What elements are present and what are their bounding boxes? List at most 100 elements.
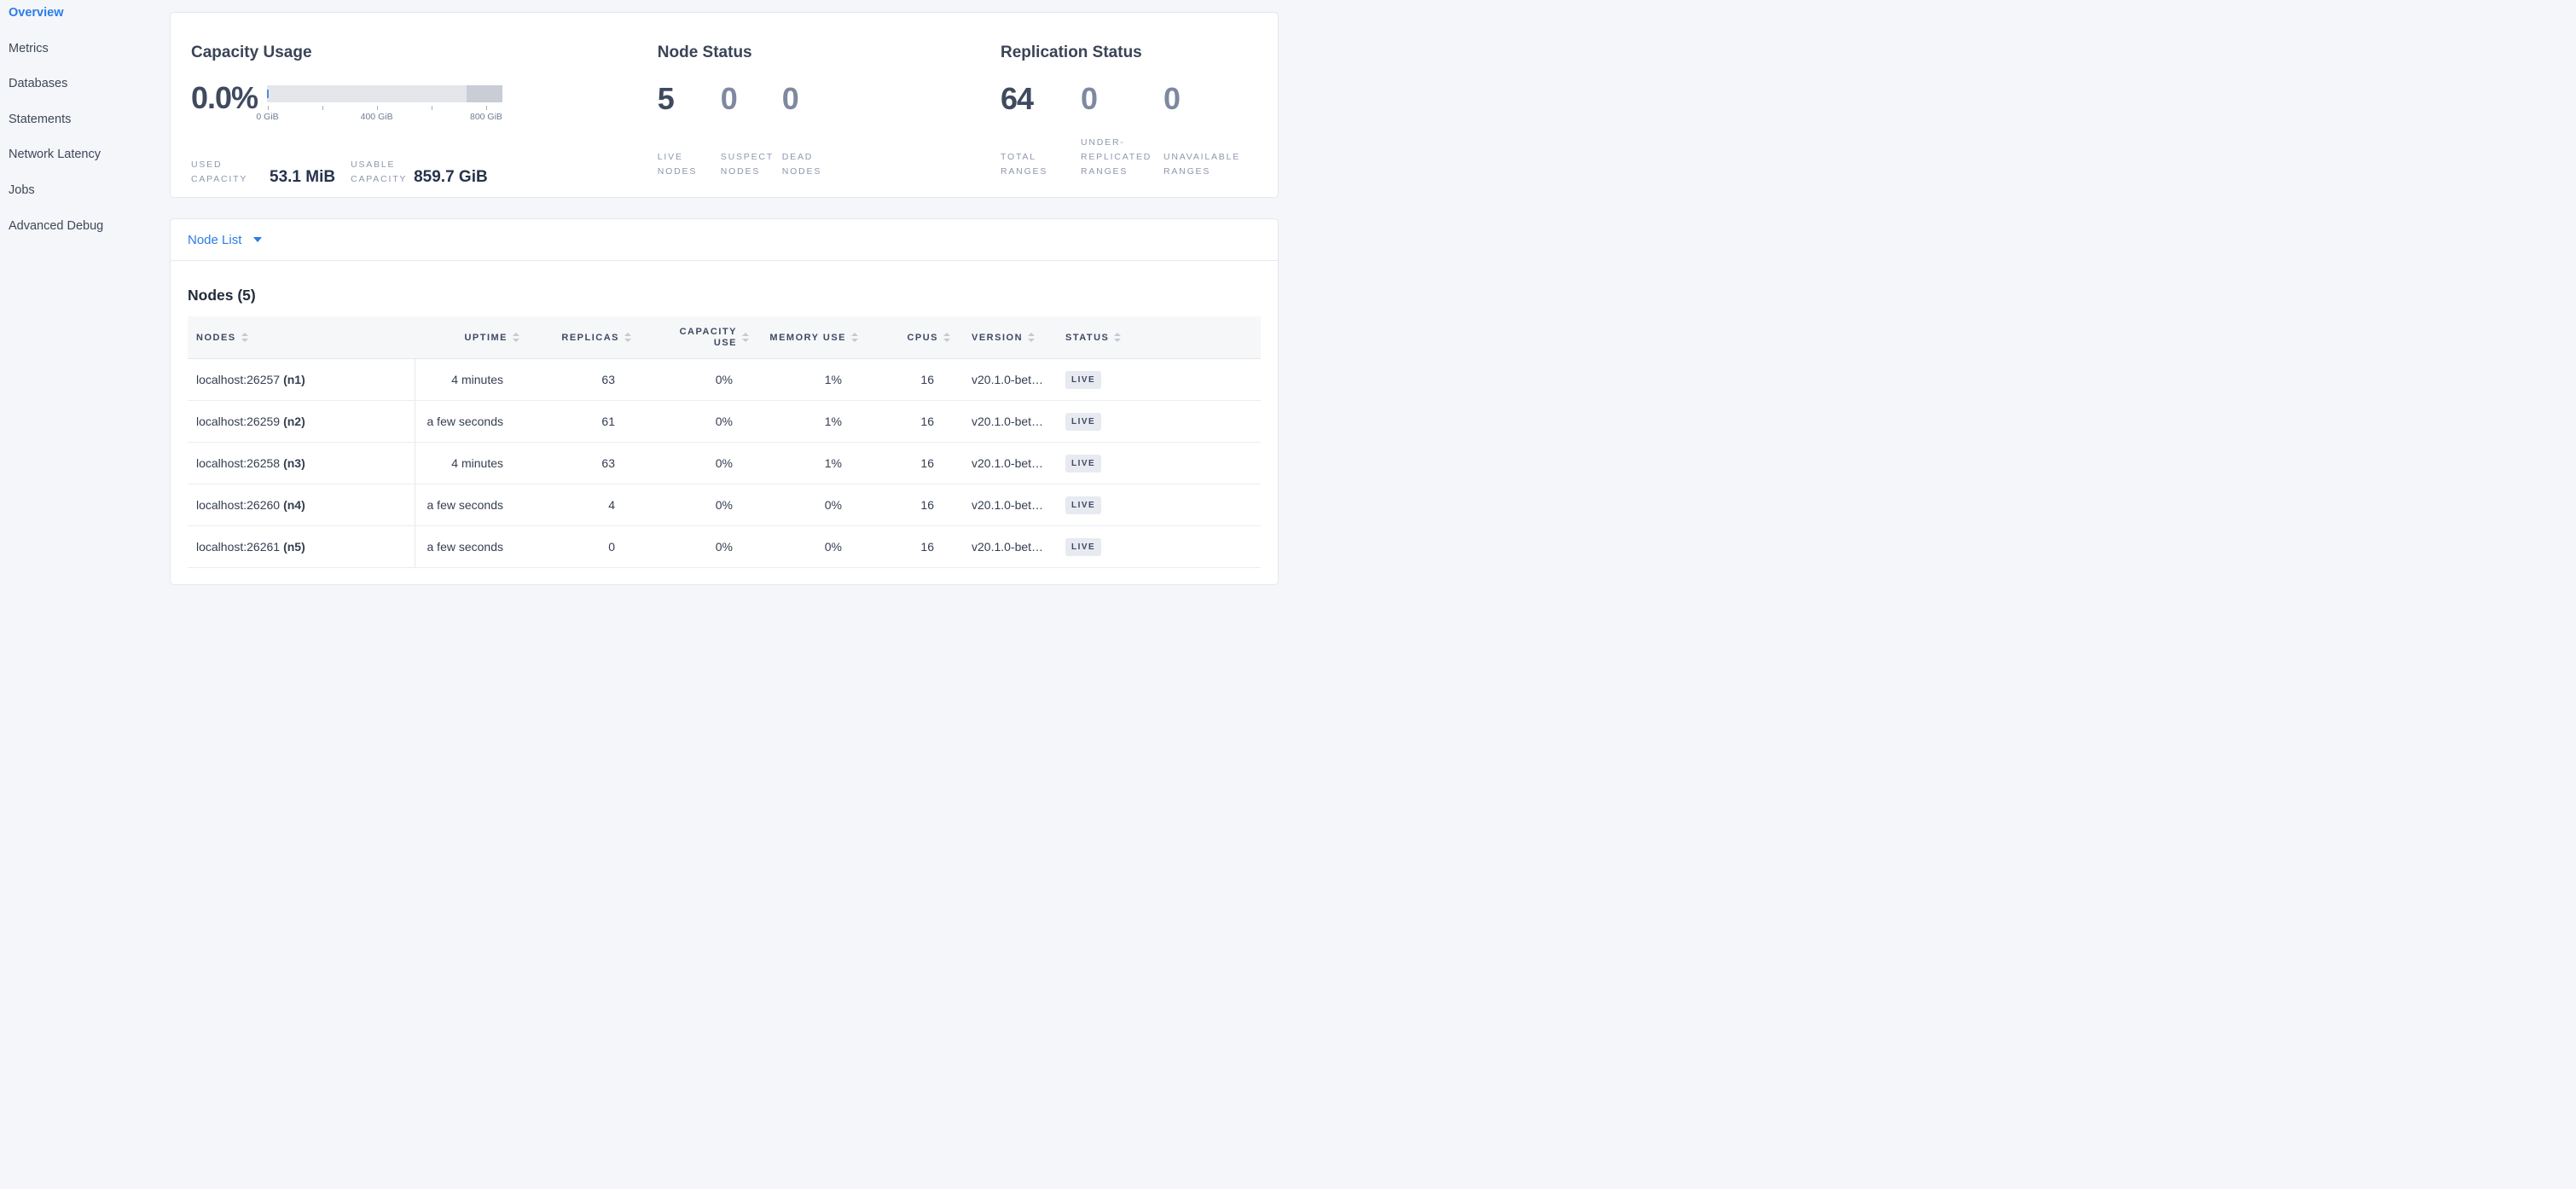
live-nodes-metric: 5 LIVE NODES [658, 84, 721, 179]
sort-icon[interactable] [241, 333, 248, 342]
column-header-status[interactable]: STATUS [1062, 316, 1261, 358]
replication-status-section: Replication Status 64 TOTAL RANGES 0 UND… [1001, 13, 1257, 197]
under-replicated-ranges-label: UNDER-REPLICATED RANGES [1081, 136, 1159, 179]
replicas-cell: 63 [519, 359, 631, 400]
dead-nodes-metric: 0 DEAD NODES [782, 84, 867, 179]
used-capacity-value: 53.1 MiB [270, 168, 335, 187]
capacity-use-cell: 0% [631, 484, 749, 525]
status-badge: LIVE [1065, 455, 1101, 473]
node-address-cell[interactable]: localhost:26259(n2) [188, 401, 415, 442]
replicas-cell: 61 [519, 401, 631, 442]
table-row[interactable]: localhost:26259(n2) a few seconds 61 0% … [188, 401, 1261, 443]
column-header-memory-use[interactable]: MEMORY USE [749, 316, 858, 358]
sidebar-item-jobs[interactable]: Jobs [9, 183, 158, 219]
column-header-version[interactable]: VERSION [950, 316, 1062, 358]
sort-icon[interactable] [943, 333, 950, 342]
replicas-cell: 0 [519, 526, 631, 567]
node-address-cell[interactable]: localhost:26261(n5) [188, 526, 415, 567]
sort-icon[interactable] [742, 333, 749, 342]
uptime-cell: a few seconds [415, 484, 519, 525]
cpus-cell: 16 [858, 443, 950, 484]
node-address-cell[interactable]: localhost:26257(n1) [188, 359, 415, 400]
uptime-cell: a few seconds [415, 401, 519, 442]
uptime-cell: 4 minutes [415, 443, 519, 484]
sidebar-item-databases[interactable]: Databases [9, 77, 158, 113]
memory-use-cell: 0% [749, 526, 858, 567]
node-list-dropdown-row: Node List [171, 219, 1278, 261]
replicas-cell: 63 [519, 443, 631, 484]
gauge-tick-label: 800 GiB [470, 112, 502, 122]
node-status-title: Node Status [658, 44, 1001, 62]
sort-icon[interactable] [1028, 333, 1035, 342]
sidebar-item-statements[interactable]: Statements [9, 113, 158, 148]
gauge-bar-dark [467, 85, 502, 102]
suspect-nodes-label: SUSPECT NODES [721, 150, 775, 179]
sort-icon[interactable] [851, 333, 858, 342]
capacity-use-cell: 0% [631, 401, 749, 442]
capacity-gauge-chart: 0 GiB 400 GiB 800 GiB [267, 85, 502, 123]
table-row[interactable]: localhost:26257(n1) 4 minutes 63 0% 1% 1… [188, 359, 1261, 401]
sidebar-item-overview[interactable]: Overview [9, 6, 158, 42]
column-header-capacity-use[interactable]: CAPACITY USE [631, 316, 749, 358]
status-cell: LIVE [1062, 484, 1261, 525]
sidebar-item-metrics[interactable]: Metrics [9, 42, 158, 78]
suspect-nodes-count: 0 [721, 84, 782, 114]
memory-use-cell: 1% [749, 443, 858, 484]
status-cell: LIVE [1062, 359, 1261, 400]
replication-status-title: Replication Status [1001, 44, 1257, 62]
column-header-nodes[interactable]: NODES [188, 316, 415, 358]
node-id: (n2) [283, 415, 305, 428]
unavailable-ranges-count: 0 [1163, 84, 1257, 114]
gauge-tick [377, 106, 378, 110]
column-header-cpus[interactable]: CPUS [858, 316, 950, 358]
uptime-cell: a few seconds [415, 526, 519, 567]
sidebar-item-advanced-debug[interactable]: Advanced Debug [9, 219, 158, 255]
under-replicated-ranges-metric: 0 UNDER-REPLICATED RANGES [1081, 84, 1163, 179]
cpus-cell: 16 [858, 359, 950, 400]
total-ranges-metric: 64 TOTAL RANGES [1001, 84, 1081, 179]
used-capacity-label: USED CAPACITY [191, 158, 247, 187]
suspect-nodes-metric: 0 SUSPECT NODES [721, 84, 782, 179]
node-address-cell[interactable]: localhost:26258(n3) [188, 443, 415, 484]
node-list-dropdown[interactable]: Node List [188, 233, 241, 247]
node-address-cell[interactable]: localhost:26260(n4) [188, 484, 415, 525]
chevron-down-icon[interactable] [253, 237, 262, 242]
total-ranges-count: 64 [1001, 84, 1081, 114]
replicas-cell: 4 [519, 484, 631, 525]
column-header-replicas[interactable]: REPLICAS [519, 316, 631, 358]
capacity-usage-title: Capacity Usage [191, 44, 658, 62]
sort-icon[interactable] [1114, 333, 1121, 342]
status-cell: LIVE [1062, 443, 1261, 484]
table-row[interactable]: localhost:26261(n5) a few seconds 0 0% 0… [188, 526, 1261, 568]
cluster-summary-card: Capacity Usage 0.0% 0 GiB 400 GiB 800 Gi… [170, 12, 1279, 198]
version-cell: v20.1.0-bet… [950, 401, 1062, 442]
nodes-table: NODES UPTIME REPLICAS CAPACITY USE [188, 316, 1261, 568]
version-cell: v20.1.0-bet… [950, 526, 1062, 567]
cpus-cell: 16 [858, 484, 950, 525]
unavailable-ranges-metric: 0 UNAVAILABLE RANGES [1163, 84, 1257, 179]
gauge-tick-label: 400 GiB [361, 112, 393, 122]
node-id: (n1) [283, 373, 305, 386]
status-badge: LIVE [1065, 496, 1101, 514]
memory-use-cell: 0% [749, 484, 858, 525]
column-header-uptime[interactable]: UPTIME [415, 316, 519, 358]
nodes-count-heading: Nodes (5) [188, 287, 1261, 304]
sidebar-item-network-latency[interactable]: Network Latency [9, 148, 158, 183]
node-id: (n5) [283, 540, 305, 554]
sort-icon[interactable] [624, 333, 631, 342]
dead-nodes-count: 0 [782, 84, 867, 114]
status-badge: LIVE [1065, 538, 1101, 556]
version-cell: v20.1.0-bet… [950, 359, 1062, 400]
node-status-section: Node Status 5 LIVE NODES 0 SUSPECT NODES… [658, 13, 1001, 197]
gauge-tick [268, 106, 269, 110]
gauge-bar [267, 85, 502, 102]
table-row[interactable]: localhost:26258(n3) 4 minutes 63 0% 1% 1… [188, 443, 1261, 484]
dead-nodes-label: DEAD NODES [782, 150, 837, 179]
unavailable-ranges-label: UNAVAILABLE RANGES [1163, 150, 1242, 179]
table-row[interactable]: localhost:26260(n4) a few seconds 4 0% 0… [188, 484, 1261, 526]
usable-capacity-label: USABLE CAPACITY [351, 158, 407, 187]
gauge-tick-label: 0 GiB [256, 112, 278, 122]
sort-icon[interactable] [513, 333, 519, 342]
nodes-table-header: NODES UPTIME REPLICAS CAPACITY USE [188, 316, 1261, 359]
memory-use-cell: 1% [749, 401, 858, 442]
